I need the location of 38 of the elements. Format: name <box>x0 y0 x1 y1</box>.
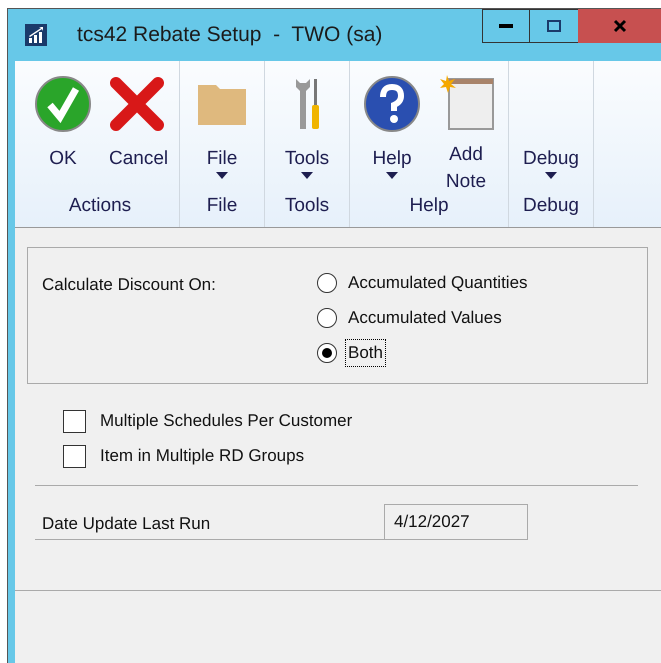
ribbon-button[interactable]: Debug <box>519 73 583 192</box>
field-label: Date Update Last Run <box>35 510 384 540</box>
caret-icon <box>386 172 398 179</box>
field-label: Calculate Discount On: <box>42 274 217 294</box>
ribbon-button[interactable]: OK <box>31 73 95 192</box>
radio-label: Accumulated Values <box>347 307 503 330</box>
cross-icon <box>108 75 166 133</box>
group-label: Debug <box>522 194 580 218</box>
close-button[interactable] <box>578 9 661 43</box>
group-label: Help <box>408 194 450 218</box>
checkbox[interactable] <box>63 410 86 432</box>
caret-icon <box>301 172 313 179</box>
close-icon <box>612 19 626 33</box>
note-icon <box>437 73 495 131</box>
group-label: File <box>206 194 238 218</box>
minimize-button[interactable] <box>482 9 530 43</box>
group-label: Tools <box>284 194 330 218</box>
checkbox-label: Multiple Schedules Per Customer <box>100 410 352 432</box>
radio-button[interactable] <box>317 308 337 328</box>
group-label: Actions <box>68 194 132 218</box>
app-icon <box>25 24 47 46</box>
ribbon-button[interactable]: Help <box>360 73 424 192</box>
question-icon <box>363 75 421 133</box>
ribbon-button[interactable]: Cancel <box>105 73 169 192</box>
checkmark-icon <box>34 75 92 133</box>
ribbon-button[interactable]: Add Note <box>434 73 498 192</box>
date-field: 4/12/2027 <box>384 504 528 540</box>
checkbox[interactable] <box>63 444 86 468</box>
radio-label: Accumulated Quantities <box>347 272 529 294</box>
window-title: tcs42 Rebate Setup - TWO (sa) <box>77 22 382 48</box>
radio-button[interactable] <box>317 273 337 293</box>
caret-icon <box>545 172 557 179</box>
ribbon-button[interactable]: Tools <box>275 73 339 192</box>
checkbox-label: Item in Multiple RD Groups <box>100 445 304 468</box>
radio-button[interactable] <box>317 343 337 363</box>
caret-icon <box>216 172 228 179</box>
ribbon-button[interactable]: File <box>190 73 254 192</box>
radio-label: Both <box>346 340 385 366</box>
